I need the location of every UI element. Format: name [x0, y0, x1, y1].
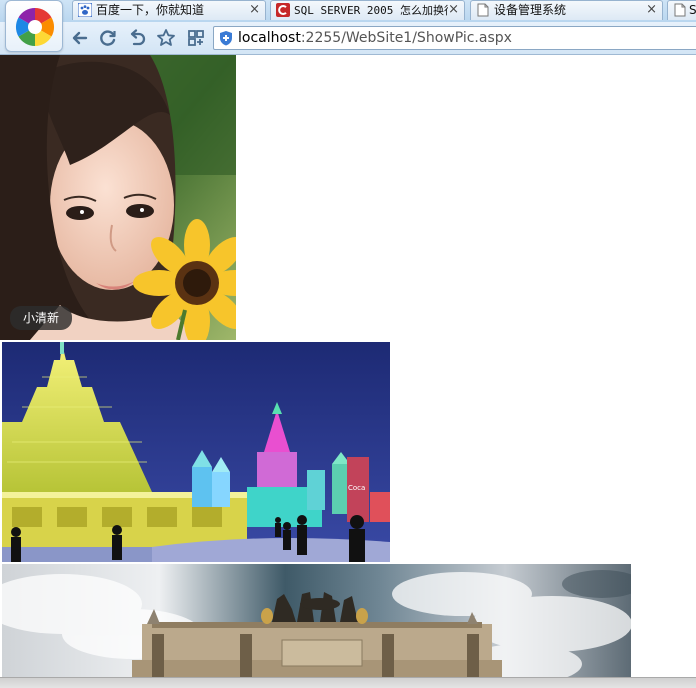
- undo-close-tab-icon[interactable]: [127, 28, 147, 48]
- close-icon[interactable]: ×: [249, 2, 260, 17]
- tab-title: SQL SERVER 2005 怎么加换行: [294, 4, 448, 17]
- tab-baidu[interactable]: 百度一下，你就知道 ×: [72, 0, 266, 20]
- refresh-icon[interactable]: [98, 28, 118, 48]
- page-icon: [674, 3, 686, 17]
- tab-partial[interactable]: S: [667, 0, 696, 20]
- close-icon[interactable]: ×: [448, 2, 459, 17]
- tab-sql-server[interactable]: SQL SERVER 2005 怎么加换行 ×: [270, 0, 465, 20]
- browser-logo-icon: [15, 7, 55, 47]
- picture-caption: 小清新: [10, 306, 73, 330]
- address-bar[interactable]: localhost:2255/WebSite1/ShowPic.aspx: [213, 26, 696, 50]
- apps-grid-icon[interactable]: [186, 28, 206, 48]
- baidu-paw-icon: [78, 3, 92, 17]
- page-icon: [477, 3, 489, 17]
- tab-title: 百度一下，你就知道: [96, 3, 205, 17]
- picture-arch-clouds[interactable]: [2, 564, 631, 688]
- tab-title: 设备管理系统: [494, 3, 567, 17]
- security-shield-icon: [220, 31, 232, 46]
- url-path: :2255/WebSite1/ShowPic.aspx: [300, 30, 512, 46]
- tab-title: S: [689, 3, 696, 17]
- browser-menu-button[interactable]: [5, 0, 63, 52]
- ice-festival-image: Coca: [2, 342, 390, 562]
- picture-girl-sunflower[interactable]: 小清新: [0, 55, 236, 340]
- url-host: localhost: [238, 30, 301, 46]
- back-arrow-icon[interactable]: [70, 28, 90, 48]
- c-site-icon: [276, 3, 290, 17]
- arch-clouds-image: [2, 564, 631, 688]
- page-content: 小清新 Coca: [0, 55, 696, 688]
- favorite-star-icon[interactable]: [156, 28, 176, 48]
- status-bar: [0, 677, 696, 688]
- svg-text:Coca: Coca: [348, 484, 365, 492]
- url-text: localhost:2255/WebSite1/ShowPic.aspx: [238, 29, 512, 47]
- browser-window: 百度一下，你就知道 × SQL SERVER 2005 怎么加换行 × 设备管理…: [0, 0, 696, 688]
- picture-ice-festival[interactable]: Coca: [2, 342, 390, 562]
- girl-sunflower-image: [0, 55, 236, 340]
- tab-device-management[interactable]: 设备管理系统 ×: [470, 0, 663, 20]
- close-icon[interactable]: ×: [646, 2, 657, 17]
- tab-bar: 百度一下，你就知道 × SQL SERVER 2005 怎么加换行 × 设备管理…: [0, 0, 696, 22]
